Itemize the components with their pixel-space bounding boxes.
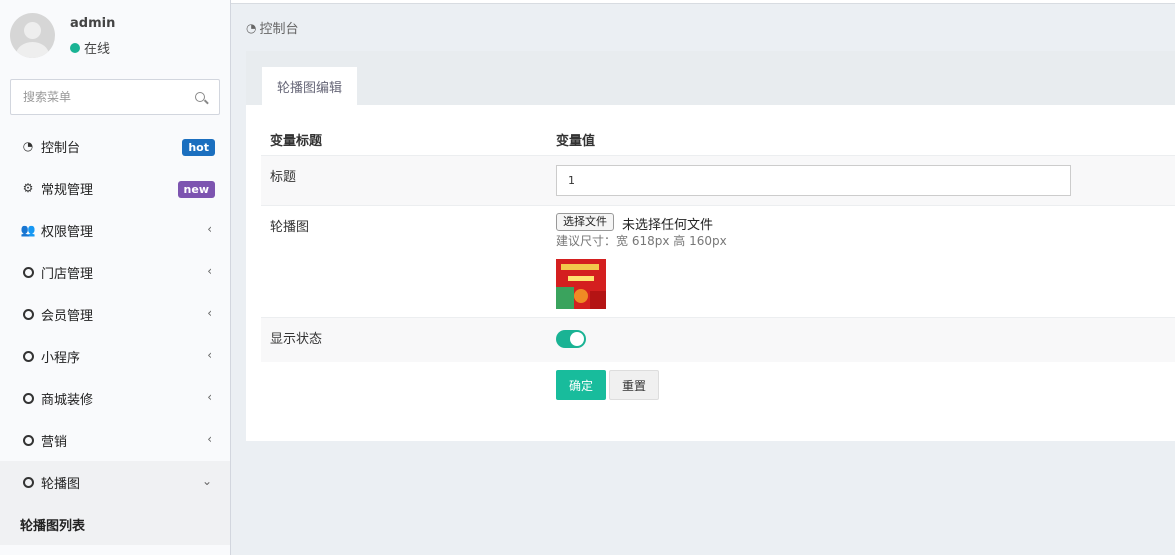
circle-icon [21,265,35,279]
sidebar-item-label: 控制台 [41,140,81,156]
table-row-status: 显示状态 [261,317,1175,362]
sidebar-item-label: 门店管理 [41,266,94,282]
breadcrumb-label[interactable]: 控制台 [259,18,298,37]
chevron-left-icon: ‹ [207,264,212,278]
sidebar-subitem-carousel-list[interactable]: 轮播图列表 [0,503,230,545]
edit-panel: 轮播图编辑 变量标题 变量值 标题 轮播图 选择文件 未选择任何文件 建议尺寸：… [246,51,1175,441]
avatar [10,13,55,58]
tab-carousel-edit[interactable]: 轮播图编辑 [262,67,357,105]
size-hint: 建议尺寸：宽 618px 高 160px [556,234,727,248]
sidebar-menu: ◔ 控制台 hot ⚙ 常规管理 new 👥 权限管理 ‹ 门店管理 ‹ 会员管… [0,125,230,545]
users-icon: 👥 [20,223,36,237]
panel-heading: 轮播图编辑 [246,51,1175,105]
sidebar-item-label: 营销 [41,434,68,450]
sidebar-item-dashboard[interactable]: ◔ 控制台 hot [0,125,230,167]
chevron-left-icon: ‹ [207,348,212,362]
table-header-row: 变量标题 变量值 [261,105,1175,155]
sidebar-item-label: 小程序 [41,350,81,366]
hot-badge: hot [182,139,215,156]
sidebar-item-label: 商城装修 [41,392,94,408]
chevron-left-icon: ‹ [207,306,212,320]
online-dot-icon [70,42,80,53]
sidebar-subitem-label: 轮播图列表 [20,518,86,534]
circle-icon [21,391,35,405]
sidebar-item-miniprogram[interactable]: 小程序 ‹ [0,335,230,377]
circle-icon [21,307,35,321]
column-header-title: 变量标题 [270,134,323,149]
chevron-left-icon: ‹ [207,390,212,404]
field-label-status: 显示状态 [270,332,323,347]
column-header-value: 变量值 [556,134,596,149]
chevron-down-icon: ⌄ [201,474,212,488]
dashboard-icon: ◔ [22,139,34,153]
user-status: 在线 [70,38,110,57]
sidebar-item-label: 轮播图 [41,476,81,492]
table-row-image: 轮播图 [261,205,1175,317]
search-icon[interactable] [195,92,205,102]
sidebar-item-label: 权限管理 [41,224,94,240]
new-badge: new [177,181,215,198]
carousel-image-thumbnail [556,259,606,309]
sidebar-item-label: 会员管理 [41,308,94,324]
menu-search [10,79,220,115]
username: admin [70,16,116,31]
sidebar-item-permissions[interactable]: 👥 权限管理 ‹ [0,209,230,251]
cogs-icon: ⚙ [22,181,34,195]
chevron-left-icon: ‹ [207,432,212,446]
top-navbar [231,0,1175,4]
sidebar-item-stores[interactable]: 门店管理 ‹ [0,251,230,293]
field-label-title: 标题 [270,170,297,185]
sidebar-item-decoration[interactable]: 商城装修 ‹ [0,377,230,419]
user-panel: admin 在线 [0,0,230,66]
sidebar-item-general[interactable]: ⚙ 常规管理 new [0,167,230,209]
choose-file-button[interactable]: 选择文件 [556,213,614,231]
sidebar-item-marketing[interactable]: 营销 ‹ [0,419,230,461]
circle-icon [21,433,35,447]
reset-button[interactable]: 重置 [609,370,659,400]
sidebar: admin 在线 ◔ 控制台 hot ⚙ 常规管理 new 👥 权限管理 ‹ 门… [0,0,231,555]
sidebar-item-members[interactable]: 会员管理 ‹ [0,293,230,335]
confirm-button[interactable]: 确定 [556,370,606,400]
display-status-toggle[interactable] [556,330,586,348]
circle-icon [21,349,35,363]
field-label-image: 轮播图 [270,220,310,235]
sidebar-item-carousel[interactable]: 轮播图 ⌄ [0,461,230,503]
chevron-left-icon: ‹ [207,222,212,236]
breadcrumb: ◔ 控制台 [246,18,299,38]
menu-search-input[interactable] [11,80,186,114]
sidebar-item-label: 常规管理 [41,182,94,198]
title-input[interactable] [556,165,1071,196]
no-file-text: 未选择任何文件 [622,218,714,233]
circle-icon [21,475,35,489]
dashboard-icon: ◔ [246,20,257,35]
user-status-text: 在线 [84,42,111,57]
